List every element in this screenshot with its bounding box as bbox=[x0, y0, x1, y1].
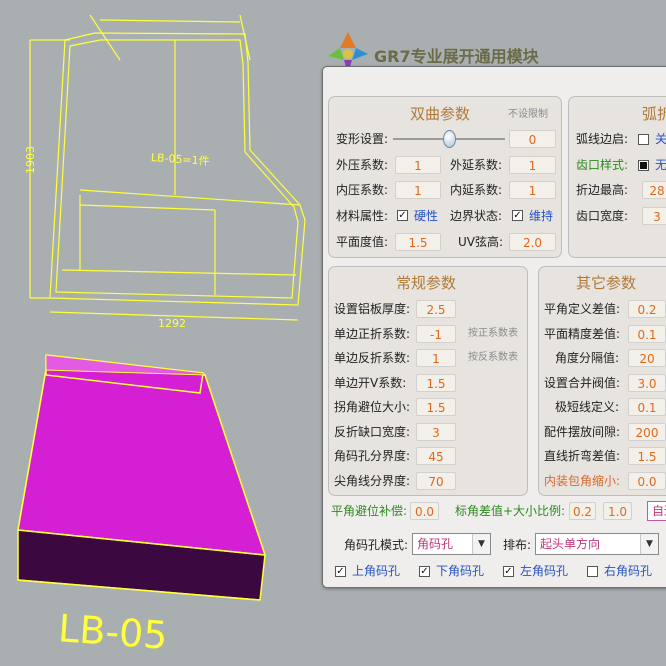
other-row-value[interactable]: 1.5 bbox=[628, 447, 666, 465]
chevron-down-icon: ▼ bbox=[472, 534, 490, 554]
other-row-label: 设置合并阀值: bbox=[544, 375, 621, 390]
scale-value-2[interactable]: 1.0 bbox=[603, 502, 632, 520]
scale-value-1[interactable]: 0.2 bbox=[569, 502, 596, 520]
corner-hole-checkbox[interactable] bbox=[587, 566, 598, 577]
layout-label: 排布: bbox=[503, 538, 532, 552]
corner-hole-label: 下角码孔 bbox=[436, 564, 485, 578]
general-row-value[interactable]: 1 bbox=[416, 349, 456, 367]
boundary-label: 边界状态: bbox=[450, 209, 503, 223]
general-title: 常规参数 bbox=[396, 274, 457, 292]
arc-edge-label: 弧线边启: bbox=[576, 132, 629, 146]
flatness-value[interactable]: 1.5 bbox=[395, 233, 441, 251]
tooth-width-value[interactable]: 3 bbox=[642, 207, 666, 225]
other-row-value[interactable]: 0.1 bbox=[628, 324, 666, 343]
corner-hole-checkbox[interactable]: ✓ bbox=[419, 566, 430, 577]
general-row-value[interactable]: 1.5 bbox=[416, 373, 456, 392]
uv-label: UV弦高: bbox=[458, 235, 504, 249]
inner-ext-label: 内延系数: bbox=[450, 183, 503, 197]
outer-ext-value[interactable]: 1 bbox=[509, 156, 556, 174]
dim-height: 1903 bbox=[24, 146, 37, 174]
outer-press-label: 外压系数: bbox=[336, 158, 389, 172]
inner-ext-value[interactable]: 1 bbox=[509, 181, 556, 199]
other-row-value[interactable]: 0.1 bbox=[628, 398, 666, 416]
other-row-label: 内装包角缩小: bbox=[544, 473, 621, 488]
other-row-value[interactable]: 3.0 bbox=[628, 373, 666, 392]
general-row-hint[interactable]: 按反系数表 bbox=[468, 349, 518, 367]
hole-mode-select[interactable]: 角码孔 ▼ bbox=[412, 533, 491, 555]
hole-mode-label: 角码孔模式: bbox=[344, 538, 409, 552]
general-row-label: 单边反折系数: bbox=[334, 351, 411, 365]
general-row-value[interactable]: 45 bbox=[416, 447, 456, 465]
outer-ext-label: 外延系数: bbox=[450, 158, 503, 172]
no-limit-label: 不设限制 bbox=[508, 109, 548, 120]
layout-select[interactable]: 起头单方向 ▼ bbox=[535, 533, 659, 555]
general-row-label: 设置铝板厚度: bbox=[334, 302, 411, 316]
hole-mode-value: 角码孔 bbox=[417, 537, 454, 551]
3d-part-model bbox=[17, 354, 267, 601]
chevron-down-icon: ▼ bbox=[640, 534, 658, 554]
flatness-label: 平面度值: bbox=[336, 235, 389, 249]
other-row-value[interactable]: 20 bbox=[628, 349, 666, 367]
deform-value[interactable]: 0 bbox=[509, 130, 556, 148]
other-row-label: 配件摆放间隙: bbox=[544, 424, 621, 439]
general-row-hint[interactable]: 按正系数表 bbox=[468, 325, 518, 343]
other-row-value[interactable]: 200 bbox=[628, 422, 666, 441]
general-row-value[interactable]: -1 bbox=[416, 324, 456, 343]
other-row-label: 平角定义差值: bbox=[544, 302, 621, 316]
tooth-width-label: 齿口宽度: bbox=[576, 209, 629, 223]
general-row-label: 角码孔分界度: bbox=[334, 449, 411, 463]
arc-title: 弧折 bbox=[642, 105, 666, 123]
arc-edge-check-label: 关 bbox=[655, 132, 666, 146]
auto-fit-button[interactable]: 自适 bbox=[647, 501, 666, 521]
material-check-label: 硬性 bbox=[414, 209, 439, 223]
arc-edge-checkbox[interactable] bbox=[638, 134, 649, 145]
general-row-label: 单边正折系数: bbox=[334, 326, 411, 341]
other-row-label: 极短线定义: bbox=[555, 400, 620, 414]
tooth-checkbox[interactable] bbox=[638, 160, 649, 171]
corner-hole-label: 上角码孔 bbox=[352, 564, 401, 578]
flat-comp-label: 平角避位补偿: bbox=[331, 504, 408, 518]
other-row-label: 直线折弯差值: bbox=[544, 449, 621, 463]
deform-slider-thumb[interactable] bbox=[443, 130, 456, 148]
corner-hole-checkbox[interactable]: ✓ bbox=[503, 566, 514, 577]
fold-max-value[interactable]: 28 bbox=[642, 181, 666, 199]
scale-label: 标角差值+大小比例: bbox=[455, 504, 566, 518]
other-row-label: 角度分隔值: bbox=[555, 351, 620, 365]
material-checkbox[interactable]: ✓ bbox=[397, 210, 408, 221]
tooth-label: 齿口样式: bbox=[576, 158, 629, 172]
boundary-checkbox[interactable]: ✓ bbox=[512, 210, 523, 221]
inner-press-value[interactable]: 1 bbox=[395, 181, 441, 199]
general-row-value[interactable]: 1.5 bbox=[416, 398, 456, 416]
material-label: 材料属性: bbox=[336, 209, 389, 223]
part-note: LB-05=1件 bbox=[150, 151, 210, 168]
other-title: 其它参数 bbox=[576, 274, 637, 292]
fold-max-label: 折边最高: bbox=[576, 183, 629, 197]
other-row-label: 平面精度差值: bbox=[544, 326, 621, 341]
general-row-value[interactable]: 3 bbox=[416, 422, 456, 441]
corner-hole-label: 左角码孔 bbox=[520, 564, 569, 578]
tooth-check-label: 无 bbox=[655, 158, 666, 172]
general-row-label: 拐角避位大小: bbox=[334, 400, 411, 414]
part-label: LB-05 bbox=[57, 606, 169, 658]
general-row-label: 尖角线分界度: bbox=[334, 473, 411, 488]
general-row-label: 单边开V系数: bbox=[334, 375, 407, 390]
uv-value[interactable]: 2.0 bbox=[509, 233, 556, 251]
general-row-value[interactable]: 2.5 bbox=[416, 300, 456, 318]
double-curve-title: 双曲参数 bbox=[410, 105, 471, 123]
general-row-value[interactable]: 70 bbox=[416, 471, 456, 490]
corner-hole-label: 右角码孔 bbox=[604, 564, 653, 578]
app-title: GR7专业展开通用模块 bbox=[374, 47, 539, 66]
layout-value: 起头单方向 bbox=[540, 537, 601, 551]
flat-pattern-drawing bbox=[29, 14, 306, 321]
general-row-label: 反折缺口宽度: bbox=[334, 424, 411, 439]
outer-press-value[interactable]: 1 bbox=[395, 156, 441, 174]
boundary-check-label: 维持 bbox=[529, 209, 554, 223]
other-row-value[interactable]: 0.0 bbox=[628, 471, 666, 490]
flat-comp-value[interactable]: 0.0 bbox=[410, 502, 439, 520]
corner-hole-checkbox[interactable]: ✓ bbox=[335, 566, 346, 577]
inner-press-label: 内压系数: bbox=[336, 183, 389, 197]
deform-label: 变形设置: bbox=[336, 132, 389, 146]
dim-width: 1292 bbox=[158, 317, 186, 330]
other-row-value[interactable]: 0.2 bbox=[628, 300, 666, 318]
